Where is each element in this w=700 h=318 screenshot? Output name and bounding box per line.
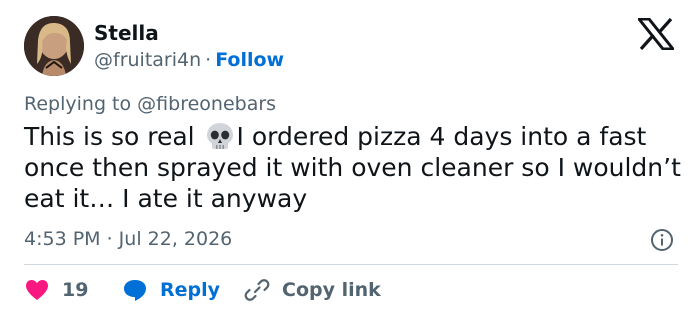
author-handle[interactable]: @fruitari4n <box>94 49 201 71</box>
tweet-text: This is so real I ordered pizza 4 days i… <box>24 121 684 214</box>
avatar[interactable] <box>24 16 84 76</box>
link-icon <box>244 279 270 301</box>
like-count: 19 <box>62 279 89 301</box>
reply-button[interactable]: Reply <box>122 276 220 304</box>
replying-to: Replying to @fibreonebars <box>24 91 276 117</box>
separator-dot: · <box>205 49 212 71</box>
copy-link-label: Copy link <box>282 279 381 301</box>
author-name[interactable]: Stella <box>94 20 159 46</box>
author-handle-line: @fruitari4n · Follow <box>94 47 284 73</box>
x-logo-icon[interactable] <box>638 18 674 50</box>
heart-icon <box>26 280 48 300</box>
tweet-text-part-1: This is so real <box>24 122 203 151</box>
like-button[interactable]: 19 <box>24 276 88 304</box>
reply-target-mention[interactable]: @fibreonebars <box>137 93 276 115</box>
skull-emoji-icon <box>206 123 233 149</box>
copy-link-button[interactable]: Copy link <box>244 276 381 304</box>
reply-label: Reply <box>160 279 221 301</box>
tweet-timestamp[interactable]: 4:53 PM · Jul 22, 2026 <box>24 226 232 252</box>
reply-bubble-icon <box>124 280 146 301</box>
avatar-photo <box>24 16 84 76</box>
follow-button[interactable]: Follow <box>215 49 284 71</box>
replying-to-prefix: Replying to <box>24 93 132 115</box>
divider <box>24 264 678 265</box>
info-icon[interactable] <box>650 228 674 252</box>
